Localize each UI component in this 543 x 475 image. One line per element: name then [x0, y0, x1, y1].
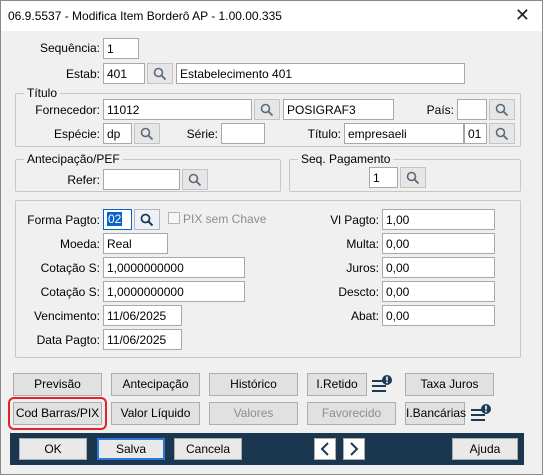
ok-button[interactable]: OK: [19, 438, 87, 460]
next-button[interactable]: [343, 438, 365, 460]
i-retido-button[interactable]: I.Retido: [307, 373, 367, 396]
search-icon: [260, 103, 274, 116]
cotacao-label-2: Cotação S:: [40, 285, 100, 299]
cotacao-field-1[interactable]: 1,0000000000: [103, 257, 245, 278]
vencimento-field[interactable]: 11/06/2025: [103, 305, 182, 326]
pais-label: País:: [426, 103, 454, 117]
previsao-button[interactable]: Previsão: [13, 373, 102, 396]
footer-bar: OK Salva Cancela Ajuda: [10, 433, 524, 465]
fornecedor-search-button[interactable]: [254, 99, 280, 120]
valores-button[interactable]: Valores: [209, 402, 298, 425]
valor-liquido-button[interactable]: Valor Líquido: [111, 402, 200, 425]
salva-button[interactable]: Salva: [97, 438, 165, 460]
i-bancarias-button[interactable]: I.Bancárias: [405, 402, 466, 425]
vl-pagto-label: Vl Pagto:: [330, 213, 379, 227]
estab-search-button[interactable]: [147, 63, 173, 84]
chevron-left-icon: [320, 442, 329, 456]
especie-field[interactable]: dp: [103, 123, 132, 144]
title-bar: 06.9.5537 - Modifica Item Borderô AP - 1…: [1, 1, 542, 31]
parcela-field[interactable]: 01: [464, 123, 487, 144]
chevron-right-icon: [350, 442, 359, 456]
serie-label: Série:: [186, 127, 218, 141]
search-icon: [495, 103, 509, 116]
i-bancarias-list-icon[interactable]: [469, 402, 493, 424]
serie-field[interactable]: [221, 123, 265, 144]
vencimento-label: Vencimento:: [33, 309, 100, 323]
search-icon: [188, 173, 202, 186]
refer-field[interactable]: [103, 169, 180, 190]
titulo-field[interactable]: empresaeli: [344, 123, 464, 144]
cancela-button[interactable]: Cancela: [174, 438, 242, 460]
especie-search-button[interactable]: [134, 123, 160, 144]
pais-field[interactable]: [457, 99, 487, 120]
fornecedor-name-field: POSIGRAF3: [283, 99, 394, 120]
cotacao-field-2[interactable]: 1,0000000000: [103, 281, 245, 302]
refer-search-button[interactable]: [182, 169, 208, 190]
abat-label: Abat:: [350, 309, 379, 323]
forma-pagto-search-button[interactable]: [134, 209, 160, 230]
juros-field[interactable]: 0,00: [382, 257, 495, 278]
fornecedor-field[interactable]: 11012: [103, 99, 252, 120]
ajuda-button[interactable]: Ajuda: [452, 438, 518, 460]
search-icon: [140, 213, 154, 226]
data-pagto-field[interactable]: 11/06/2025: [103, 329, 182, 350]
descto-label: Descto:: [338, 285, 379, 299]
forma-pagto-value: 02: [107, 212, 123, 226]
titulo-search-button[interactable]: [489, 123, 515, 144]
descto-field[interactable]: 0,00: [382, 281, 495, 302]
estab-description-field: Estabelecimento 401: [176, 63, 465, 84]
data-pagto-label: Data Pagto:: [36, 333, 100, 347]
close-icon[interactable]: ✕: [515, 5, 530, 25]
juros-label: Juros:: [346, 261, 379, 275]
search-icon: [153, 67, 167, 80]
cod-barras-pix-button[interactable]: Cod Barras/PIX: [8, 397, 107, 430]
seq-pagamento-group-title: Seq. Pagamento: [298, 152, 394, 166]
estab-label: Estab:: [65, 67, 100, 81]
previous-button[interactable]: [314, 438, 336, 460]
seq-pagamento-search-button[interactable]: [400, 167, 426, 188]
abat-field[interactable]: 0,00: [382, 305, 495, 326]
titulo-group-title: Título: [24, 86, 61, 100]
forma-pagto-field[interactable]: 02: [103, 209, 132, 230]
pais-search-button[interactable]: [489, 99, 515, 120]
pix-sem-chave-checkbox[interactable]: [168, 212, 180, 224]
antecipacao-button[interactable]: Antecipação: [111, 373, 200, 396]
search-icon: [495, 127, 509, 140]
taxa-juros-button[interactable]: Taxa Juros: [405, 373, 494, 396]
forma-pagto-label: Forma Pagto:: [27, 213, 100, 227]
sequencia-label: Sequência:: [39, 41, 100, 55]
cotacao-label-1: Cotação S:: [40, 261, 100, 275]
refer-label: Refer:: [67, 173, 100, 187]
dialog-window: 06.9.5537 - Modifica Item Borderô AP - 1…: [0, 0, 543, 475]
pix-sem-chave-label: PIX sem Chave: [183, 212, 267, 226]
window-title: 06.9.5537 - Modifica Item Borderô AP - 1…: [8, 9, 282, 23]
multa-field[interactable]: 0,00: [382, 233, 495, 254]
moeda-label: Moeda:: [59, 237, 100, 251]
i-retido-list-icon[interactable]: [370, 373, 394, 395]
sequencia-field[interactable]: 1: [103, 38, 139, 59]
fornecedor-label: Fornecedor:: [35, 103, 100, 117]
seq-pagamento-field[interactable]: 1: [369, 167, 398, 188]
favorecido-button[interactable]: Favorecido: [307, 402, 396, 425]
moeda-field[interactable]: Real: [103, 233, 168, 254]
especie-label: Espécie:: [53, 127, 100, 141]
search-icon: [140, 127, 154, 140]
historico-button[interactable]: Histórico: [209, 373, 298, 396]
titulo-label: Título:: [307, 127, 341, 141]
antecipacao-group-title: Antecipação/PEF: [24, 152, 123, 166]
estab-field[interactable]: 401: [103, 63, 145, 84]
search-icon: [406, 171, 420, 184]
multa-label: Multa:: [346, 237, 379, 251]
vl-pagto-field[interactable]: 1,00: [382, 209, 495, 230]
